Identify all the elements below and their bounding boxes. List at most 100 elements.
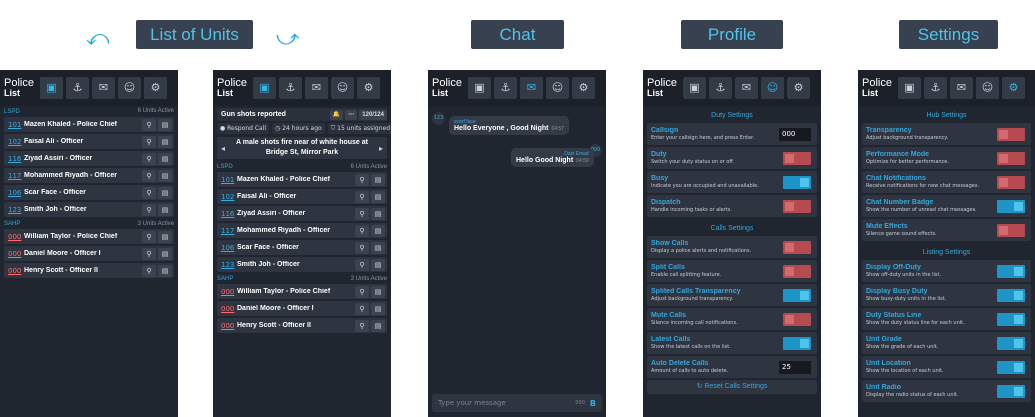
unit-row[interactable]: 106 Scar Face - Officer ⚲ ▤ xyxy=(4,185,174,200)
unit-row[interactable]: 000 Henry Scott - Officer II ⚲ ▤ xyxy=(4,263,174,278)
location-pin-icon[interactable]: ⚲ xyxy=(142,230,156,243)
unit-row[interactable]: 000 William Taylor - Police Chief ⚲ ▤ xyxy=(217,284,387,299)
auto-delete-input[interactable]: 25 xyxy=(779,360,811,374)
location-pin-icon[interactable]: ⚲ xyxy=(142,135,156,148)
prev-call-icon[interactable]: ◂ xyxy=(217,144,229,153)
tab-dispatch[interactable]: ⚓ xyxy=(279,77,302,99)
location-pin-icon[interactable]: ⚲ xyxy=(142,264,156,277)
tab-settings[interactable]: ⚙ xyxy=(357,77,380,99)
radio-icon[interactable]: ▤ xyxy=(371,173,385,186)
tab-units[interactable]: ▣ xyxy=(898,77,921,99)
radio-icon[interactable]: ▤ xyxy=(158,203,172,216)
unit-row[interactable]: 000 Daniel Moore - Officer I ⚲ ▤ xyxy=(217,301,387,316)
tab-units[interactable]: ▣ xyxy=(40,77,63,99)
busy-toggle[interactable] xyxy=(783,175,811,189)
tab-units[interactable]: ▣ xyxy=(468,77,491,99)
location-pin-icon[interactable]: ⚲ xyxy=(355,285,369,298)
location-pin-icon[interactable]: ⚲ xyxy=(355,173,369,186)
location-pin-icon[interactable]: ⚲ xyxy=(355,258,369,271)
radio-icon[interactable]: ▤ xyxy=(371,285,385,298)
unit-row[interactable]: 000 Daniel Moore - Officer I ⚲ ▤ xyxy=(4,246,174,261)
radio-icon[interactable]: ▤ xyxy=(158,264,172,277)
send-icon[interactable]: B xyxy=(590,399,596,408)
location-pin-icon[interactable]: ⚲ xyxy=(355,302,369,315)
location-pin-icon[interactable]: ⚲ xyxy=(142,203,156,216)
radio-icon[interactable]: ▤ xyxy=(158,247,172,260)
tab-dispatch[interactable]: ⚓ xyxy=(924,77,947,99)
radio-icon[interactable]: ▤ xyxy=(371,319,385,332)
radio-icon[interactable]: ▤ xyxy=(371,258,385,271)
unit-row[interactable]: 102 Faisal Ali - Officer ⚲ ▤ xyxy=(217,189,387,204)
radio-icon[interactable]: ▤ xyxy=(158,230,172,243)
location-pin-icon[interactable]: ⚲ xyxy=(355,207,369,220)
radio-icon[interactable]: ▤ xyxy=(371,207,385,220)
tab-profile[interactable]: ☺ xyxy=(331,77,354,99)
duty-toggle[interactable] xyxy=(783,151,811,165)
tab-settings[interactable]: ⚙ xyxy=(1002,77,1025,99)
tab-chat[interactable]: ✉ xyxy=(520,77,543,99)
radio-icon[interactable]: ▤ xyxy=(158,169,172,182)
chat-badge-toggle[interactable] xyxy=(997,199,1025,213)
radio-icon[interactable]: ▤ xyxy=(371,241,385,254)
unit-row[interactable]: 123 Smith Joh - Officer ⚲ ▤ xyxy=(217,257,387,272)
radio-icon[interactable]: ▤ xyxy=(371,224,385,237)
tab-units[interactable]: ▣ xyxy=(683,77,706,99)
unit-row[interactable]: 101 Mazen Khaled - Police Chief ⚲ ▤ xyxy=(217,172,387,187)
busy-duty-toggle[interactable] xyxy=(997,288,1025,302)
performance-toggle[interactable] xyxy=(997,151,1025,165)
tab-profile[interactable]: ☺ xyxy=(546,77,569,99)
location-pin-icon[interactable]: ⚲ xyxy=(355,319,369,332)
next-call-icon[interactable]: ▸ xyxy=(375,144,387,153)
radio-icon[interactable]: ▤ xyxy=(158,186,172,199)
tab-profile[interactable]: ☺ xyxy=(976,77,999,99)
unit-grade-toggle[interactable] xyxy=(997,336,1025,350)
more-icon[interactable]: ⋯ xyxy=(345,109,358,120)
dispatch-toggle[interactable] xyxy=(783,199,811,213)
location-pin-icon[interactable]: ⚲ xyxy=(355,190,369,203)
unit-radio-toggle[interactable] xyxy=(997,384,1025,398)
tab-settings[interactable]: ⚙ xyxy=(572,77,595,99)
location-pin-icon[interactable]: ⚲ xyxy=(142,247,156,260)
location-pin-icon[interactable]: ⚲ xyxy=(355,241,369,254)
mute-calls-toggle[interactable] xyxy=(783,312,811,326)
off-duty-toggle[interactable] xyxy=(997,264,1025,278)
radio-icon[interactable]: ▤ xyxy=(371,190,385,203)
location-pin-icon[interactable]: ⚲ xyxy=(142,152,156,165)
unit-row[interactable]: 101 Mazen Khaled - Police Chief ⚲ ▤ xyxy=(4,117,174,132)
tab-profile[interactable]: ☺ xyxy=(761,77,784,99)
chat-input[interactable]: Type your message 000 B xyxy=(432,394,602,412)
bell-icon[interactable]: 🔔 xyxy=(329,109,344,120)
split-calls-toggle[interactable] xyxy=(783,264,811,278)
unit-row[interactable]: 000 William Taylor - Police Chief ⚲ ▤ xyxy=(4,229,174,244)
unit-location-toggle[interactable] xyxy=(997,360,1025,374)
callsign-input[interactable]: 000 xyxy=(779,127,811,141)
tab-dispatch[interactable]: ⚓ xyxy=(494,77,517,99)
location-pin-icon[interactable]: ⚲ xyxy=(142,169,156,182)
tab-chat[interactable]: ✉ xyxy=(735,77,758,99)
chat-notifications-toggle[interactable] xyxy=(997,175,1025,189)
radio-icon[interactable]: ▤ xyxy=(158,152,172,165)
reset-calls-button[interactable]: ↻ Reset Calls Settings xyxy=(647,380,817,394)
unit-row[interactable]: 000 Henry Scott - Officer II ⚲ ▤ xyxy=(217,318,387,333)
tab-dispatch[interactable]: ⚓ xyxy=(709,77,732,99)
split-transparency-toggle[interactable] xyxy=(783,288,811,302)
radio-icon[interactable]: ▤ xyxy=(158,118,172,131)
location-pin-icon[interactable]: ⚲ xyxy=(142,186,156,199)
tab-chat[interactable]: ✉ xyxy=(92,77,115,99)
show-calls-toggle[interactable] xyxy=(783,240,811,254)
location-pin-icon[interactable]: ⚲ xyxy=(355,224,369,237)
tab-chat[interactable]: ✉ xyxy=(950,77,973,99)
tab-units[interactable]: ▣ xyxy=(253,77,276,99)
unit-row[interactable]: 117 Mohammed Riyadh - Officer ⚲ ▤ xyxy=(217,223,387,238)
tab-settings[interactable]: ⚙ xyxy=(144,77,167,99)
duty-line-toggle[interactable] xyxy=(997,312,1025,326)
mute-effects-toggle[interactable] xyxy=(997,223,1025,237)
tab-chat[interactable]: ✉ xyxy=(305,77,328,99)
transparency-toggle[interactable] xyxy=(997,127,1025,141)
unit-row[interactable]: 116 Ziyad Assiri - Officer ⚲ ▤ xyxy=(4,151,174,166)
location-pin-icon[interactable]: ⚲ xyxy=(142,118,156,131)
latest-calls-toggle[interactable] xyxy=(783,336,811,350)
tab-settings[interactable]: ⚙ xyxy=(787,77,810,99)
unit-row[interactable]: 117 Mohammed Riyadh - Officer ⚲ ▤ xyxy=(4,168,174,183)
tab-dispatch[interactable]: ⚓ xyxy=(66,77,89,99)
